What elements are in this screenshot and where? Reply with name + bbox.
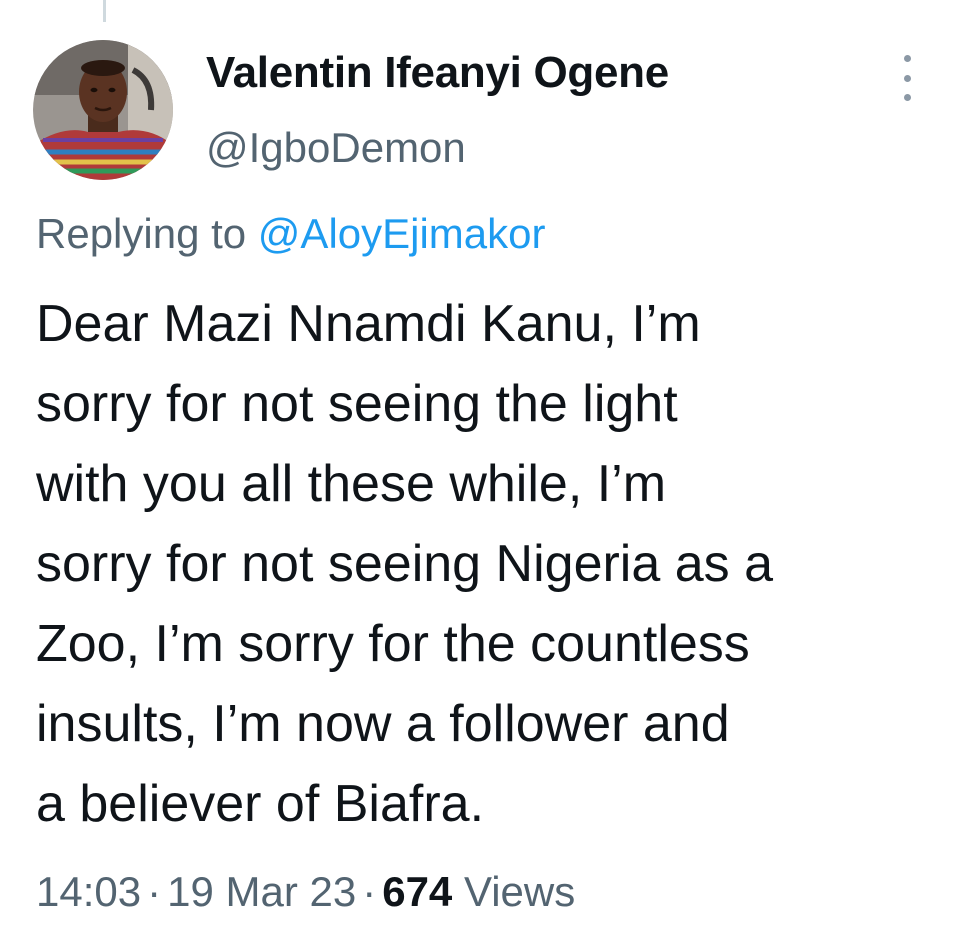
- more-options-button[interactable]: [892, 55, 922, 101]
- tweet-text-line: Zoo, I’m sorry for the countless: [36, 615, 750, 673]
- more-vertical-icon-dot: [903, 74, 911, 82]
- replying-to-label: Replying to: [36, 210, 258, 257]
- tweet-text-line: sorry for not seeing the light: [36, 375, 678, 433]
- tweet-text-line: Dear Mazi Nnamdi Kanu, I’m: [36, 295, 701, 353]
- tweet-text-line: with you all these while, I’m: [36, 455, 667, 513]
- tweet-time[interactable]: 14:03: [36, 868, 141, 915]
- meta-separator: ·: [147, 868, 162, 915]
- tweet-text-line: a believer of Biafra.: [36, 775, 485, 833]
- more-vertical-icon-dot: [903, 94, 911, 101]
- avatar[interactable]: [33, 40, 173, 180]
- meta-separator: ·: [362, 868, 377, 915]
- tweet-text: Dear Mazi Nnamdi Kanu, I’m sorry for not…: [36, 284, 936, 844]
- tweet-text-line: insults, I’m now a follower and: [36, 695, 730, 753]
- tweet-meta: 14:03 · 19 Mar 23 · 674 Views: [36, 868, 575, 916]
- author-display-name[interactable]: Valentin Ifeanyi Ogene: [206, 48, 669, 98]
- more-vertical-icon: [903, 55, 911, 62]
- views-label[interactable]: Views: [464, 868, 575, 915]
- tweet-text-line: sorry for not seeing Nigeria as a: [36, 535, 774, 593]
- avatar-image: [33, 40, 173, 180]
- thread-connector-line: [103, 0, 106, 22]
- reply-mention-link[interactable]: @AloyEjimakor: [258, 210, 546, 257]
- views-count[interactable]: 674: [382, 868, 452, 915]
- author-handle[interactable]: @IgboDemon: [206, 124, 466, 172]
- replying-to-line: Replying to @AloyEjimakor: [36, 210, 546, 258]
- tweet-date[interactable]: 19 Mar 23: [167, 868, 356, 915]
